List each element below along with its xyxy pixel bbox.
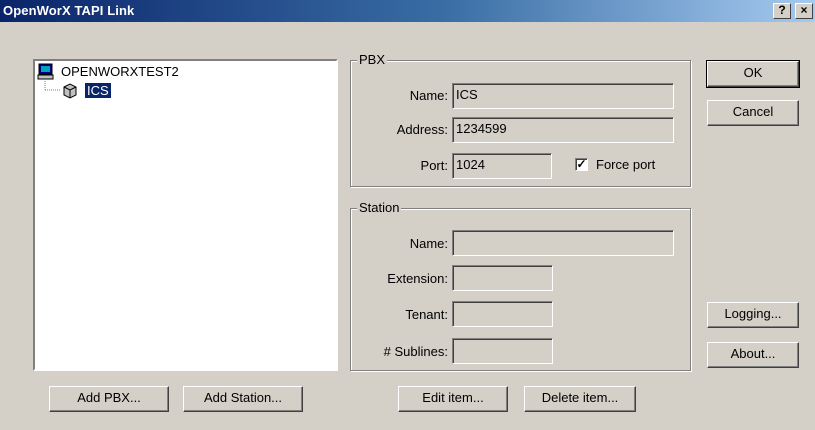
- station-group-legend: Station: [357, 200, 402, 215]
- force-port-label[interactable]: Force port: [596, 157, 655, 172]
- computer-icon: [37, 63, 54, 80]
- delete-item-button[interactable]: Delete item...: [524, 386, 636, 412]
- about-button[interactable]: About...: [707, 342, 799, 368]
- close-button[interactable]: ×: [795, 3, 813, 19]
- station-extension-label: Extension:: [387, 271, 448, 286]
- tree-view[interactable]: OPENWORXTEST2 ICS: [33, 59, 338, 371]
- station-extension-field[interactable]: [452, 265, 553, 291]
- help-button[interactable]: ?: [773, 3, 791, 19]
- ok-button[interactable]: OK: [706, 60, 800, 88]
- pbx-server-icon: [63, 83, 77, 99]
- station-name-field[interactable]: [452, 230, 674, 256]
- station-sublines-field[interactable]: [452, 338, 553, 364]
- pbx-address-field[interactable]: 1234599: [452, 117, 674, 143]
- pbx-port-field[interactable]: 1024: [452, 153, 552, 179]
- pbx-name-label: Name:: [409, 88, 448, 103]
- tree-root-label[interactable]: OPENWORXTEST2: [61, 64, 179, 79]
- add-pbx-button[interactable]: Add PBX...: [49, 386, 169, 412]
- pbx-address-label: Address:: [396, 122, 448, 137]
- add-station-button[interactable]: Add Station...: [183, 386, 303, 412]
- station-sublines-label: # Sublines:: [383, 344, 448, 359]
- logging-button[interactable]: Logging...: [707, 302, 799, 328]
- station-tenant-field[interactable]: [452, 301, 553, 327]
- station-tenant-label: Tenant:: [405, 307, 448, 322]
- pbx-port-label: Port:: [420, 158, 448, 173]
- tree-connector: [44, 81, 61, 91]
- force-port-checkbox[interactable]: ✓: [575, 158, 588, 171]
- station-name-label: Name:: [409, 236, 448, 251]
- tree-child-label[interactable]: ICS: [84, 82, 112, 99]
- edit-item-button[interactable]: Edit item...: [398, 386, 508, 412]
- title-bar[interactable]: OpenWorX TAPI Link ? ×: [0, 0, 815, 22]
- pbx-name-field[interactable]: ICS: [452, 83, 674, 109]
- window-title: OpenWorX TAPI Link: [3, 3, 135, 18]
- pbx-group-legend: PBX: [357, 52, 388, 67]
- cancel-button[interactable]: Cancel: [707, 100, 799, 126]
